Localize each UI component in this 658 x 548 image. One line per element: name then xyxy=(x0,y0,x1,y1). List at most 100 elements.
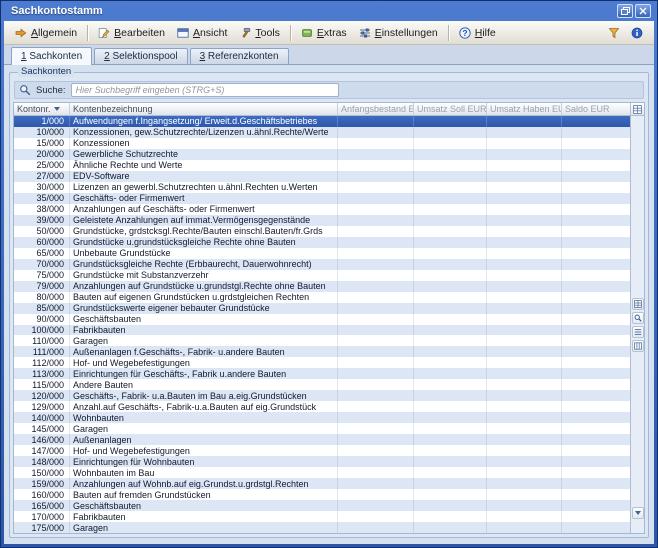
menu-bearbeiten[interactable]: Bearbeiten xyxy=(93,25,170,41)
cell-bezeichnung: Konzessionen xyxy=(70,138,338,149)
table-row[interactable]: 120/000 Geschäfts-, Fabrik- u.a.Bauten i… xyxy=(14,390,630,401)
menu-einstellungen-label: Einstellungen xyxy=(375,27,438,39)
table-row[interactable]: 175/000 Garagen xyxy=(14,522,630,533)
restore-button[interactable] xyxy=(617,4,633,18)
search-rows-button[interactable] xyxy=(632,312,644,324)
cell-umsatz-soll xyxy=(414,116,487,127)
table-row[interactable]: 165/000 Geschäftsbauten xyxy=(14,500,630,511)
column-header-anfangsbestand[interactable]: Anfangsbestand EUR xyxy=(338,103,414,115)
cell-kontonr: 129/000 xyxy=(14,401,70,412)
table-row[interactable]: 20/000 Gewerbliche Schutzrechte xyxy=(14,149,630,160)
table-row[interactable]: 160/000 Bauten auf fremden Grundstücken xyxy=(14,489,630,500)
close-button[interactable] xyxy=(635,4,651,18)
table-row[interactable]: 70/000 Grundstücksgleiche Rechte (Erbbau… xyxy=(14,259,630,270)
table-row[interactable]: 145/000 Garagen xyxy=(14,423,630,434)
cell-saldo xyxy=(562,511,630,522)
table-row[interactable]: 112/000 Hof- und Wegebefestigungen xyxy=(14,357,630,368)
cell-umsatz-haben xyxy=(487,292,562,303)
cell-saldo xyxy=(562,226,630,237)
tab-sachkonten[interactable]: 1 Sachkonten xyxy=(11,47,92,65)
column-header-kontenbezeichnung[interactable]: Kontenbezeichnung xyxy=(70,103,338,115)
scroll-down-button[interactable] xyxy=(632,507,644,519)
tab-selektionspool[interactable]: 2 Selektionspool xyxy=(94,48,187,64)
table-row[interactable]: 148/000 Einrichtungen für Wohnbauten xyxy=(14,456,630,467)
table-row[interactable]: 140/000 Wohnbauten xyxy=(14,412,630,423)
chevron-down-icon xyxy=(635,511,641,515)
table-row[interactable]: 147/000 Hof- und Wegebefestigungen xyxy=(14,445,630,456)
rail-button-group xyxy=(631,298,644,352)
cell-anfangsbestand xyxy=(338,379,414,390)
table-row[interactable]: 75/000 Grundstücke mit Substanzverzehr xyxy=(14,270,630,281)
cell-kontonr: 70/000 xyxy=(14,259,70,270)
cell-umsatz-soll xyxy=(414,325,487,336)
table-row[interactable]: 1/000 Aufwendungen f.Ingangsetzung/ Erwe… xyxy=(14,116,630,127)
table-row[interactable]: 150/000 Wohnbauten im Bau xyxy=(14,467,630,478)
table-row[interactable]: 79/000 Anzahlungen auf Grundstücke u.gru… xyxy=(14,281,630,292)
cell-saldo xyxy=(562,160,630,171)
sort-icon xyxy=(54,107,60,111)
column-header-saldo[interactable]: Saldo EUR xyxy=(562,103,630,115)
cell-umsatz-haben xyxy=(487,401,562,412)
menu-tools[interactable]: Tools xyxy=(234,25,285,41)
cell-kontonr: 27/000 xyxy=(14,171,70,182)
cell-anfangsbestand xyxy=(338,303,414,314)
column-header-umsatz-soll[interactable]: Umsatz Soll EUR xyxy=(414,103,487,115)
table-row[interactable]: 85/000 Grundstückswerte eigener bebauter… xyxy=(14,303,630,314)
table-row[interactable]: 80/000 Bauten auf eigenen Grundstücken u… xyxy=(14,292,630,303)
cell-anfangsbestand xyxy=(338,467,414,478)
table-row[interactable]: 170/000 Fabrikbauten xyxy=(14,511,630,522)
cell-saldo xyxy=(562,390,630,401)
column-chooser-button[interactable] xyxy=(631,103,644,116)
menu-allgemein[interactable]: Allgemein xyxy=(10,25,82,41)
table-row[interactable]: 38/000 Anzahlungen auf Geschäfts- oder F… xyxy=(14,204,630,215)
table-row[interactable]: 30/000 Lizenzen an gewerbl.Schutzrechten… xyxy=(14,182,630,193)
cell-kontonr: 79/000 xyxy=(14,281,70,292)
list-view-button[interactable] xyxy=(632,326,644,338)
menu-hilfe[interactable]: ? Hilfe xyxy=(454,25,501,41)
column-header-kontonr[interactable]: Kontonr. xyxy=(14,103,70,115)
table-row[interactable]: 60/000 Grundstücke u.grundstücksgleiche … xyxy=(14,237,630,248)
table-row[interactable]: 159/000 Anzahlungen auf Wohnb.auf eig.Gr… xyxy=(14,478,630,489)
filter-button[interactable] xyxy=(606,25,622,41)
table-row[interactable]: 110/000 Garagen xyxy=(14,335,630,346)
table-row[interactable]: 146/000 Außenanlagen xyxy=(14,434,630,445)
table-row[interactable]: 39/000 Geleistete Anzahlungen auf immat.… xyxy=(14,215,630,226)
search-input[interactable] xyxy=(71,83,339,97)
table-row[interactable]: 129/000 Anzahl.auf Geschäfts-, Fabrik-u.… xyxy=(14,401,630,412)
table-row[interactable]: 25/000 Ähnliche Rechte und Werte xyxy=(14,160,630,171)
table-row[interactable]: 15/000 Konzessionen xyxy=(14,138,630,149)
cell-bezeichnung: Ähnliche Rechte und Werte xyxy=(70,160,338,171)
menu-einstellungen[interactable]: Einstellungen xyxy=(354,25,443,41)
menu-ansicht[interactable]: Ansicht xyxy=(172,25,232,41)
tab-referenzkonten[interactable]: 3 Referenzkonten xyxy=(190,48,289,64)
table-row[interactable]: 50/000 Grundstücke, grdstcksgl.Rechte/Ba… xyxy=(14,226,630,237)
cell-kontonr: 20/000 xyxy=(14,149,70,160)
table-row[interactable]: 111/000 Außenanlagen f.Geschäfts-, Fabri… xyxy=(14,346,630,357)
info-button[interactable] xyxy=(629,25,645,41)
cell-umsatz-soll xyxy=(414,401,487,412)
table-row[interactable]: 115/000 Andere Bauten xyxy=(14,379,630,390)
table-row[interactable]: 65/000 Unbebaute Grundstücke xyxy=(14,248,630,259)
columns-button[interactable] xyxy=(632,340,644,352)
cell-umsatz-soll xyxy=(414,171,487,182)
table-row[interactable]: 10/000 Konzessionen, gew.Schutzrechte/Li… xyxy=(14,127,630,138)
cell-umsatz-soll xyxy=(414,335,487,346)
scrollbar-track[interactable] xyxy=(631,116,644,533)
table-row[interactable]: 27/000 EDV-Software xyxy=(14,171,630,182)
table-row[interactable]: 90/000 Geschäftsbauten xyxy=(14,314,630,325)
table-row[interactable]: 113/000 Einrichtungen für Geschäfts-, Fa… xyxy=(14,368,630,379)
grid-view-button[interactable] xyxy=(632,298,644,310)
menu-extras[interactable]: Extras xyxy=(296,25,352,41)
table-row[interactable]: 100/000 Fabrikbauten xyxy=(14,325,630,336)
cell-umsatz-haben xyxy=(487,127,562,138)
cell-umsatz-haben xyxy=(487,281,562,292)
cell-umsatz-soll xyxy=(414,314,487,325)
tabstrip: 1 Sachkonten 2 Selektionspool 3 Referenz… xyxy=(4,45,654,65)
table-row[interactable]: 35/000 Geschäfts- oder Firmenwert xyxy=(14,193,630,204)
cell-bezeichnung: Anzahlungen auf Geschäfts- oder Firmenwe… xyxy=(70,204,338,215)
cell-anfangsbestand xyxy=(338,434,414,445)
cell-anfangsbestand xyxy=(338,292,414,303)
column-header-umsatz-haben[interactable]: Umsatz Haben EUR xyxy=(487,103,562,115)
cell-kontonr: 147/000 xyxy=(14,445,70,456)
cell-anfangsbestand xyxy=(338,456,414,467)
